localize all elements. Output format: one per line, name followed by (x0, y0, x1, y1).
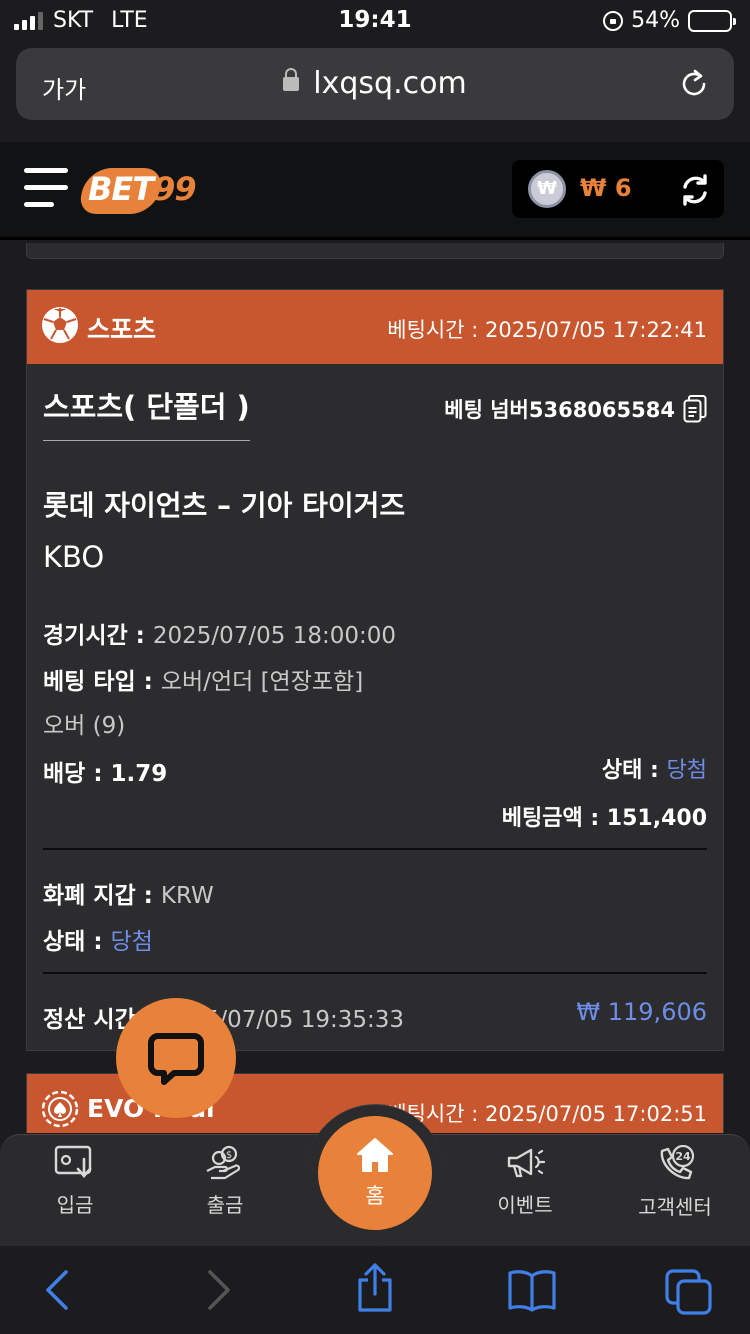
soccer-ball-icon (42, 307, 78, 343)
status-label: 상태 : (601, 758, 667, 783)
status-row: 상태 : 당첨 (602, 752, 707, 784)
url-display[interactable]: lxqsq.com (16, 66, 734, 101)
tabs-icon[interactable] (664, 1268, 714, 1316)
nav-withdraw[interactable]: $ 출금 (165, 1145, 285, 1218)
wallet-balance: ₩ 6 (580, 174, 632, 202)
selection-value: 오버 (9) (43, 713, 126, 739)
support-badge: 24 (675, 1150, 691, 1163)
payout-value: ₩ 119,606 (576, 998, 707, 1026)
home-icon (357, 1138, 393, 1172)
game-time-value: 2025/07/05 18:00:00 (152, 623, 397, 649)
currency-row: 화폐 지갑 : KRW (43, 876, 214, 910)
nav-deposit-label: 입금 (56, 1193, 94, 1217)
status2-label: 상태 : (43, 929, 111, 955)
copy-icon[interactable] (683, 395, 707, 423)
currency-value: KRW (160, 883, 214, 909)
bet-time-label: 베팅시간 : (387, 318, 485, 342)
stake-row: 베팅금액 : 151,400 (502, 800, 707, 832)
game-time-row: 경기시간 : 2025/07/05 18:00:00 (43, 616, 396, 650)
nav-deposit[interactable]: 입금 (15, 1145, 135, 1218)
forward-icon[interactable] (200, 1268, 236, 1312)
status2-row: 상태 : 당첨 (43, 922, 153, 956)
bet-time-value: 2025/07/05 17:22:41 (484, 318, 707, 342)
odds-row: 배당 : 1.79 (43, 754, 167, 788)
game-time-label: 경기시간 : (43, 623, 153, 649)
league-name: KBO (43, 540, 105, 574)
bet-time: 베팅시간 : 2025/07/05 17:22:41 (387, 314, 707, 344)
chat-icon (148, 1033, 204, 1085)
bet-market-value: 오버/언더 [연장포함] (160, 669, 364, 695)
site-header: BET99 ₩ ₩ 6 (0, 142, 750, 240)
svg-text:$: $ (226, 1150, 232, 1161)
currency-label: 화폐 지갑 : (43, 883, 161, 909)
live-chat-button[interactable] (116, 998, 236, 1118)
selection-row: 오버 (9) (43, 706, 125, 740)
odds-label: 배당 : (43, 761, 111, 787)
logo-text: BET (88, 170, 154, 208)
megaphone-icon (507, 1148, 545, 1178)
nav-event[interactable]: 이벤트 (465, 1145, 585, 1218)
odds-value: 1.79 (110, 761, 168, 787)
won-coin-icon: ₩ (528, 170, 566, 208)
stake-value: 151,400 (606, 806, 707, 831)
withdraw-icon: $ (206, 1145, 241, 1180)
bet-time: 베팅시간 : 2025/07/05 17:02:51 (387, 1098, 707, 1128)
lock-icon (283, 68, 300, 91)
nav-withdraw-label: 출금 (206, 1193, 244, 1217)
status-right: 54% (603, 8, 736, 33)
status2-value: 당첨 (110, 929, 153, 955)
poker-chip-icon (41, 1090, 79, 1128)
nav-event-label: 이벤트 (497, 1193, 553, 1217)
bet-time-value: 2025/07/05 17:02:51 (484, 1102, 707, 1126)
menu-icon[interactable] (24, 168, 70, 212)
bet-type-title: 스포츠( 단폴더 ) (43, 384, 250, 441)
nav-home[interactable]: 홈 (318, 1116, 432, 1230)
nav-home-label: 홈 (365, 1184, 385, 1208)
status-value: 당첨 (666, 758, 707, 783)
bet-number: 베팅 넘버5368065584 (444, 394, 707, 424)
bet99-logo[interactable]: BET99 (77, 166, 214, 214)
address-bar[interactable]: 가가 lxqsq.com (16, 48, 734, 120)
share-icon[interactable] (354, 1262, 396, 1314)
reload-icon[interactable] (678, 68, 710, 100)
payout-row: ₩ 119,606 (576, 998, 707, 1026)
bet-category: 스포츠 (87, 315, 157, 344)
browser-address-area: 가가 lxqsq.com (0, 44, 750, 142)
card-divider (43, 848, 707, 850)
bet-card-header: 스포츠 베팅시간 : 2025/07/05 17:22:41 (27, 290, 723, 364)
bet-card: 스포츠 베팅시간 : 2025/07/05 17:22:41 스포츠( 단폴더 … (26, 289, 724, 1051)
status-bar: SKT LTE 19:41 54% (0, 0, 750, 44)
bet-market-row: 베팅 타입 : 오버/언더 [연장포함] (43, 662, 363, 696)
nav-support[interactable]: 24 고객센터 (615, 1145, 735, 1220)
wallet-balance-box: ₩ ₩ 6 (512, 160, 724, 218)
back-icon[interactable] (40, 1268, 76, 1312)
orientation-lock-icon (603, 10, 624, 31)
match-name: 롯데 자이언츠 – 기아 타이거즈 (43, 489, 406, 522)
bet-history-list[interactable]: 스포츠 베팅시간 : 2025/07/05 17:22:41 스포츠( 단폴더 … (0, 243, 750, 1133)
battery-percent: 54% (631, 8, 680, 33)
battery-icon (688, 9, 736, 32)
bookmarks-icon[interactable] (506, 1268, 558, 1312)
bet-market-label: 베팅 타입 : (43, 669, 161, 695)
previous-card-edge (26, 243, 724, 259)
stake-label: 베팅금액 : (501, 806, 607, 831)
deposit-icon (54, 1145, 92, 1178)
nav-support-label: 고객센터 (638, 1195, 712, 1219)
logo-number: 99 (153, 170, 197, 208)
support-24-icon: 24 (660, 1145, 695, 1180)
card-divider (43, 972, 707, 974)
bet-number-text: 베팅 넘버5368065584 (444, 398, 675, 422)
refresh-balance-icon[interactable] (678, 173, 712, 207)
url-host-text: lxqsq.com (313, 66, 467, 101)
safari-toolbar (0, 1246, 750, 1334)
